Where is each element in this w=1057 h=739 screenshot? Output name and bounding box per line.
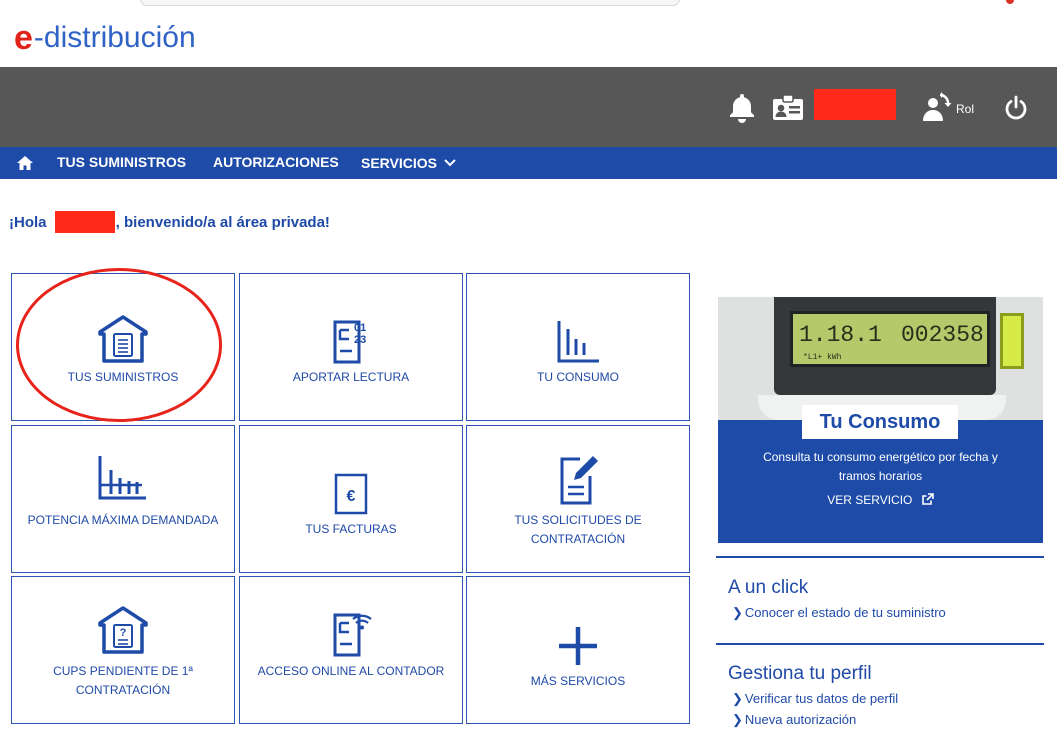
tu-consumo-promo[interactable]: 1.18.1 002358 *L1+ kWh Tu Consumo Consul…	[718, 297, 1043, 543]
welcome-greeting: ¡Hola , bienvenido/a al área privada!	[9, 211, 330, 233]
svg-text:€: €	[347, 488, 356, 505]
divider	[716, 643, 1044, 645]
chevron-right-icon: ❯	[732, 605, 743, 620]
euro-invoice-icon: €	[333, 473, 369, 520]
nav-autorizaciones[interactable]: AUTORIZACIONES	[213, 147, 339, 179]
tile-label: TU CONSUMO	[537, 370, 619, 384]
chevron-right-icon: ❯	[732, 691, 743, 706]
tile-tus-facturas[interactable]: € TUS FACTURAS	[239, 425, 463, 573]
nav-servicios-label: SERVICIOS	[361, 155, 437, 171]
house-question-icon: ?	[97, 605, 149, 660]
tile-label: POTENCIA MÁXIMA DEMANDADA	[27, 513, 219, 527]
greeting-suffix: , bienvenido/a al área privada!	[115, 214, 330, 231]
lcd-small-text: *L1+ kWh	[803, 353, 842, 362]
edit-document-icon	[556, 454, 600, 511]
brand-logo[interactable]: e -distribución	[14, 19, 196, 57]
tile-label: TUS FACTURAS	[305, 522, 397, 536]
tile-aportar-lectura[interactable]: 01 23 APORTAR LECTURA	[239, 273, 463, 421]
chevron-right-icon: ❯	[732, 712, 743, 727]
chevron-down-icon	[444, 159, 456, 167]
tile-label: TUS SOLICITUDES DE CONTRATACIÓN	[514, 513, 642, 546]
meter-led	[1000, 313, 1024, 369]
tile-potencia-maxima[interactable]: POTENCIA MÁXIMA DEMANDADA	[11, 425, 235, 573]
redacted-username[interactable]	[814, 89, 896, 120]
divider	[716, 556, 1044, 558]
main-nav: TUS SUMINISTROS AUTORIZACIONES SERVICIOS	[0, 147, 1057, 179]
section-title-a-un-click: A un click	[728, 577, 809, 598]
tile-label: CUPS PENDIENTE DE 1ª CONTRATACIÓN	[53, 664, 193, 697]
meter-reading-icon: 01 23	[328, 318, 374, 371]
promo-description: Consulta tu consumo energético por fecha…	[763, 450, 998, 483]
power-icon[interactable]	[1003, 95, 1029, 126]
plus-icon	[557, 625, 599, 672]
max-power-chart-icon	[96, 454, 150, 509]
tile-label: MÁS SERVICIOS	[530, 674, 626, 688]
home-icon[interactable]	[16, 155, 34, 176]
meter-photo: 1.18.1 002358 *L1+ kWh	[718, 297, 1043, 420]
bar-chart-icon	[555, 319, 601, 368]
link-label: Nueva autorización	[744, 712, 857, 727]
switch-role-icon[interactable]	[920, 91, 952, 128]
tile-label: APORTAR LECTURA	[292, 370, 410, 384]
tile-tu-consumo[interactable]: TU CONSUMO	[466, 273, 690, 421]
svg-text:01: 01	[354, 322, 366, 334]
house-document-icon	[97, 314, 149, 369]
nav-tus-suministros[interactable]: TUS SUMINISTROS	[57, 147, 186, 179]
section-title-gestiona-perfil: Gestiona tu perfil	[728, 663, 872, 684]
link-estado-suministro[interactable]: ❯ Conocer el estado de tu suministro	[732, 605, 946, 621]
lcd-reading: 002358	[901, 322, 984, 348]
tile-mas-servicios[interactable]: MÁS SERVICIOS	[466, 576, 690, 724]
redacted-first-name	[54, 211, 115, 233]
logo-e-mark: e	[14, 19, 33, 57]
browser-strip	[0, 0, 1057, 10]
tile-label: ACCESO ONLINE AL CONTADOR	[257, 664, 445, 678]
link-verificar-datos[interactable]: ❯ Verificar tus datos de perfil	[732, 691, 898, 707]
id-card-icon[interactable]	[772, 94, 804, 126]
lcd-obis-code: 1.18.1	[799, 322, 882, 348]
svg-text:?: ?	[120, 627, 127, 639]
tile-cups-pendiente[interactable]: ? CUPS PENDIENTE DE 1ª CONTRATACIÓN	[11, 576, 235, 724]
promo-badge: Tu Consumo	[802, 405, 958, 439]
tile-acceso-online-contador[interactable]: ACCESO ONLINE AL CONTADOR	[239, 576, 463, 724]
tile-solicitudes-contratacion[interactable]: TUS SOLICITUDES DE CONTRATACIÓN	[466, 425, 690, 573]
ver-servicio-label: VER SERVICIO	[827, 493, 913, 507]
link-nueva-autorizacion[interactable]: ❯ Nueva autorización	[732, 712, 856, 728]
tile-label: TUS SUMINISTROS	[67, 370, 179, 384]
meter-lcd: 1.18.1 002358 *L1+ kWh	[790, 311, 990, 367]
svg-text:23: 23	[354, 334, 366, 346]
ver-servicio-link[interactable]: VER SERVICIO	[718, 493, 1043, 507]
role-label[interactable]: Rol	[956, 102, 974, 116]
bell-icon[interactable]	[726, 91, 758, 128]
tile-tus-suministros[interactable]: TUS SUMINISTROS	[11, 273, 235, 421]
link-label: Verificar tus datos de perfil	[744, 691, 899, 706]
link-label: Conocer el estado de tu suministro	[744, 605, 946, 620]
wifi-document-icon	[328, 611, 374, 664]
browser-indicator-dot	[1006, 0, 1014, 4]
user-top-bar: Rol	[0, 67, 1057, 147]
logo-wordmark: -distribución	[33, 21, 196, 54]
external-link-icon	[921, 493, 934, 505]
greeting-prefix: ¡Hola	[9, 214, 51, 231]
nav-servicios[interactable]: SERVICIOS	[361, 147, 456, 179]
logo-bar: e -distribución	[0, 10, 1057, 67]
address-bar[interactable]	[140, 0, 680, 6]
